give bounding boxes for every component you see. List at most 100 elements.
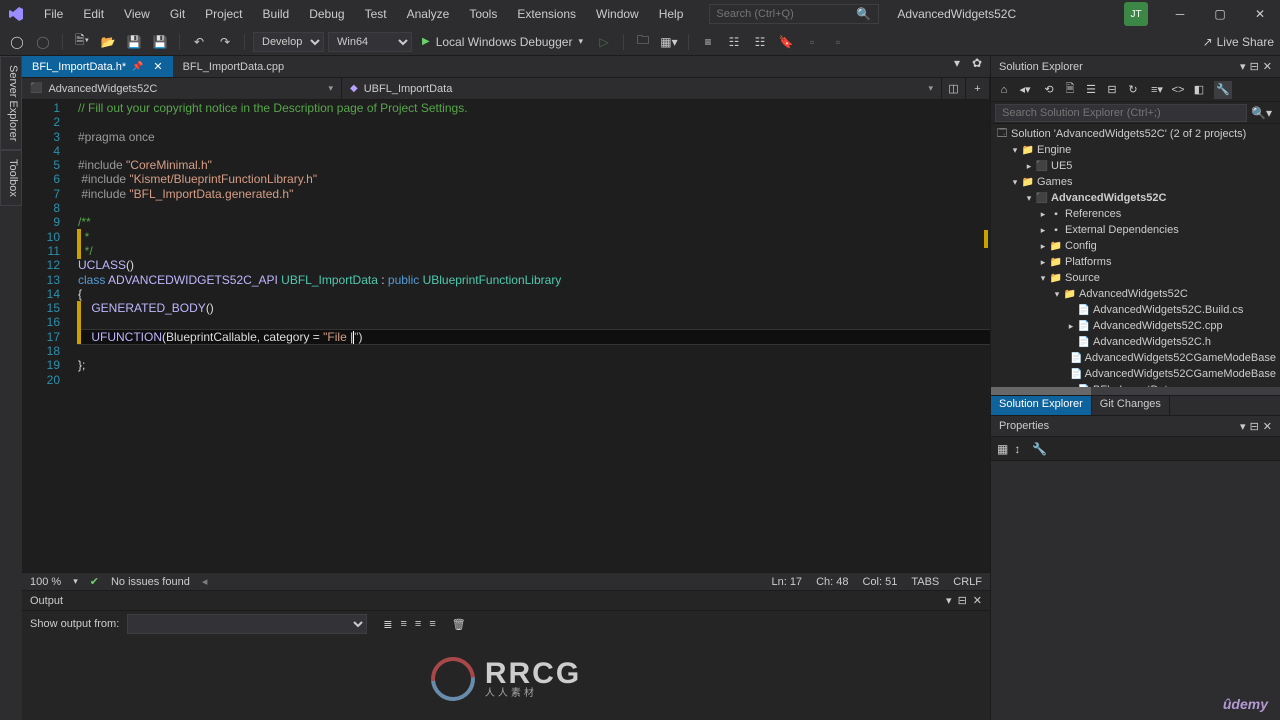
se-node[interactable]: ▾📁Source — [991, 270, 1280, 286]
twisty-icon[interactable]: ▸ — [1037, 209, 1049, 220]
se-root[interactable]: 🗔 Solution 'AdvancedWidgets52C' (2 of 2 … — [991, 126, 1280, 142]
se-view-code-icon[interactable]: <> — [1169, 81, 1187, 99]
tabs-dropdown-icon[interactable]: ▾ — [954, 56, 972, 77]
se-node[interactable]: ▾⬛AdvancedWidgets52C — [991, 190, 1280, 206]
se-node[interactable]: ▾📁Games — [991, 174, 1280, 190]
output-from-select[interactable] — [127, 614, 367, 634]
add-icon[interactable]: + — [966, 78, 990, 99]
live-share-button[interactable]: ↗ Live Share — [1203, 35, 1274, 49]
minimize-button[interactable]: ─ — [1160, 0, 1200, 28]
undo-icon[interactable]: ↶ — [188, 31, 210, 53]
out-tb3-icon[interactable]: ≡ — [415, 618, 421, 630]
start-debug-button[interactable]: ▶ Local Windows Debugger ▾ — [416, 31, 589, 53]
menu-analyze[interactable]: Analyze — [399, 3, 458, 25]
se-view-design-icon[interactable]: ◧ — [1190, 81, 1208, 99]
search-input[interactable] — [716, 8, 856, 20]
out-tb2-icon[interactable]: ≡ — [401, 618, 407, 630]
menu-project[interactable]: Project — [197, 3, 250, 25]
menu-help[interactable]: Help — [651, 3, 692, 25]
twisty-icon[interactable]: ▸ — [1023, 161, 1035, 172]
se-node[interactable]: ▸📁Config — [991, 238, 1280, 254]
se-props-icon[interactable]: ≡▾ — [1148, 81, 1166, 99]
menu-file[interactable]: File — [36, 3, 71, 25]
zoom-level[interactable]: 100 % — [30, 576, 61, 588]
twisty-icon[interactable]: ▸ — [1037, 225, 1049, 236]
se-refresh-icon[interactable]: ↻ — [1124, 81, 1142, 99]
nav-fwd-icon[interactable]: ◯ — [32, 31, 54, 53]
close-tab-icon[interactable]: ✕ — [153, 60, 162, 73]
se-collapse-icon[interactable]: ⊟ — [1103, 81, 1121, 99]
member-combo[interactable]: ◆ UBFL_ImportData ▾ — [342, 78, 942, 99]
nav-back-icon[interactable]: ◯ — [6, 31, 28, 53]
panel-close-icon[interactable]: ✕ — [1263, 420, 1272, 433]
pin-icon[interactable]: ⊟ — [1250, 420, 1259, 433]
config-select[interactable]: Develop — [253, 32, 324, 52]
se-showall-icon[interactable]: ☰ — [1082, 81, 1100, 99]
platform-select[interactable]: Win64 — [328, 32, 412, 52]
se-node[interactable]: 📄AdvancedWidgets52C.h — [991, 334, 1280, 350]
menu-test[interactable]: Test — [357, 3, 395, 25]
tb-extra2-icon[interactable]: ▫ — [827, 31, 849, 53]
panel-dropdown-icon[interactable]: ▾ — [1240, 60, 1246, 73]
left-tab-toolbox[interactable]: Toolbox — [0, 150, 22, 206]
open-icon[interactable]: 📂 — [97, 31, 119, 53]
se-node[interactable]: ▸⬛UE5 — [991, 158, 1280, 174]
se-node[interactable]: ▸📁Platforms — [991, 254, 1280, 270]
toggle-icon[interactable]: ▦▾ — [658, 31, 680, 53]
bookmark-icon[interactable]: 🔖 — [775, 31, 797, 53]
panel-dropdown-icon[interactable]: ▾ — [946, 594, 952, 607]
code-editor[interactable]: 1234567891011121314151617181920 // Fill … — [22, 100, 990, 572]
user-badge[interactable]: JT — [1124, 2, 1148, 26]
panel-close-icon[interactable]: ✕ — [973, 594, 982, 607]
tabs-gear-icon[interactable]: ✿ — [972, 56, 990, 77]
save-icon[interactable]: 💾 — [123, 31, 145, 53]
se-search-input[interactable] — [995, 104, 1247, 122]
out-tb4-icon[interactable]: ≡ — [429, 618, 435, 630]
menu-tools[interactable]: Tools — [461, 3, 505, 25]
se-hscrollbar[interactable] — [991, 387, 1280, 395]
se-save-icon[interactable]: 🗎 — [1061, 81, 1079, 99]
left-tab-server-explorer[interactable]: Server Explorer — [0, 56, 22, 150]
twisty-icon[interactable]: ▸ — [1037, 241, 1049, 252]
se-bottom-tab[interactable]: Solution Explorer — [991, 396, 1092, 415]
code-body[interactable]: // Fill out your copyright notice in the… — [78, 100, 990, 572]
pin-icon[interactable]: 📌 — [132, 61, 143, 72]
se-wrench-icon[interactable]: 🔧 — [1214, 81, 1232, 99]
menu-debug[interactable]: Debug — [301, 3, 352, 25]
twisty-icon[interactable]: ▾ — [1051, 289, 1063, 300]
menu-git[interactable]: Git — [162, 3, 193, 25]
new-project-icon[interactable]: 🗎▾ — [71, 31, 93, 53]
menu-extensions[interactable]: Extensions — [509, 3, 584, 25]
se-node[interactable]: ▸▪External Dependencies — [991, 222, 1280, 238]
twisty-icon[interactable]: ▸ — [1037, 257, 1049, 268]
se-sync-icon[interactable]: ⟲ — [1040, 81, 1058, 99]
se-bottom-tab[interactable]: Git Changes — [1092, 396, 1170, 415]
se-home-icon[interactable]: ⌂ — [995, 81, 1013, 99]
save-all-icon[interactable]: 💾 — [149, 31, 171, 53]
doc-tab[interactable]: BFL_ImportData.cpp — [173, 56, 295, 77]
se-tree[interactable]: 🗔 Solution 'AdvancedWidgets52C' (2 of 2 … — [991, 124, 1280, 387]
panel-dropdown-icon[interactable]: ▾ — [1240, 420, 1246, 433]
tb-extra-icon[interactable]: ▫ — [801, 31, 823, 53]
twisty-icon[interactable]: ▾ — [1037, 273, 1049, 284]
quick-search[interactable]: 🔍 — [709, 4, 879, 24]
se-node[interactable]: 📄AdvancedWidgets52CGameModeBase — [991, 350, 1280, 366]
twisty-icon[interactable]: ▾ — [1009, 145, 1021, 156]
issues-arrow-icon[interactable]: ◂ — [202, 575, 208, 588]
out-clear-icon[interactable]: 🗑 — [452, 618, 466, 631]
split-icon[interactable]: ◫ — [942, 78, 966, 99]
out-tb1-icon[interactable]: ≣ — [383, 618, 392, 631]
se-search[interactable]: 🔍▾ — [991, 102, 1280, 124]
props-sort-icon[interactable]: ↕ — [1014, 442, 1020, 456]
twisty-icon[interactable]: ▾ — [1009, 177, 1021, 188]
se-node[interactable]: 📄AdvancedWidgets52CGameModeBase — [991, 366, 1280, 382]
se-node[interactable]: ▸📄AdvancedWidgets52C.cpp — [991, 318, 1280, 334]
pin-icon[interactable]: ⊟ — [1250, 60, 1259, 73]
menu-edit[interactable]: Edit — [75, 3, 112, 25]
props-cat-icon[interactable]: ▦ — [997, 442, 1008, 456]
se-node[interactable]: 📄AdvancedWidgets52C.Build.cs — [991, 302, 1280, 318]
close-button[interactable]: ✕ — [1240, 0, 1280, 28]
panel-close-icon[interactable]: ✕ — [1263, 60, 1272, 73]
maximize-button[interactable]: ▢ — [1200, 0, 1240, 28]
start-no-debug-icon[interactable]: ▷ — [593, 31, 615, 53]
